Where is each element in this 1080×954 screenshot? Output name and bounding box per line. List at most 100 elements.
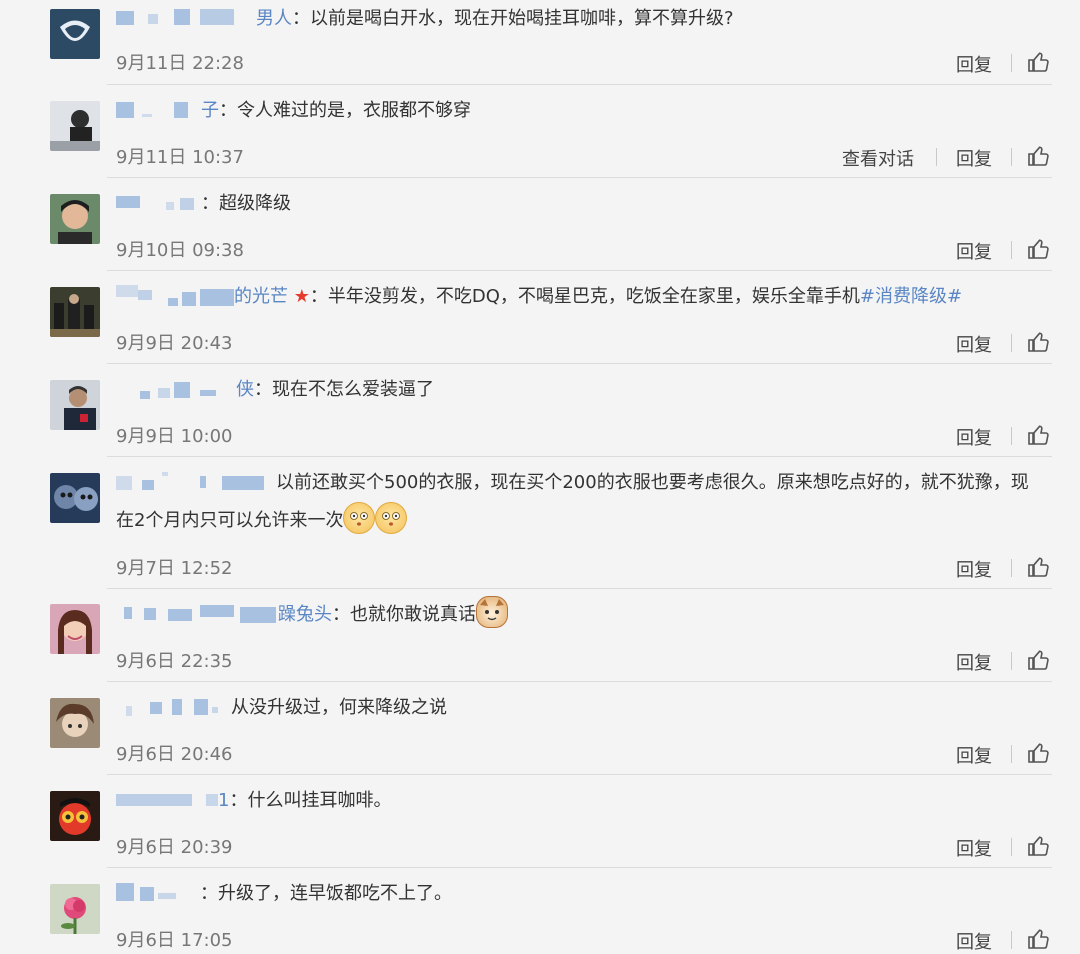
comment-text-line: 从没升级过，何来降级之说	[116, 689, 1052, 727]
comment-text-line: 侠：现在不怎么爱装逼了	[116, 371, 1052, 409]
view-conversation-button[interactable]: 查看对话	[842, 145, 914, 171]
row-divider	[107, 84, 1052, 85]
comment-text: 从没升级过，何来降级之说	[231, 697, 447, 718]
comment-time: 9月6日 17:05	[116, 930, 233, 951]
divider	[1011, 427, 1012, 445]
avatar[interactable]	[50, 473, 100, 523]
avatar[interactable]	[50, 698, 100, 748]
colon: ：	[332, 604, 350, 625]
blurred-username	[116, 875, 200, 913]
row-divider	[107, 774, 1052, 775]
colon: ：	[200, 883, 218, 904]
comment-text-line: ：升级了，连早饭都吃不上了。	[116, 875, 1052, 913]
avatar[interactable]	[50, 287, 100, 337]
avatar[interactable]	[50, 884, 100, 934]
comment-time: 9月10日 09:38	[116, 240, 244, 261]
comment-time: 9月6日 20:39	[116, 837, 233, 858]
comment-time: 9月9日 10:00	[116, 426, 233, 447]
comment-text: 以前是喝白开水，现在开始喝挂耳咖啡，算不算升级?	[310, 8, 734, 29]
comment-time: 9月6日 22:35	[116, 651, 233, 672]
comment-text: 令人难过的是，衣服都不够穿	[237, 100, 471, 121]
row-divider	[107, 456, 1052, 457]
username[interactable]: 1	[218, 790, 229, 811]
username[interactable]: 侠	[236, 379, 254, 400]
avatar[interactable]	[50, 9, 100, 59]
divider	[1011, 241, 1012, 259]
blurred-username	[116, 0, 256, 38]
comment-text-line: 男人：以前是喝白开水，现在开始喝挂耳咖啡，算不算升级?	[116, 0, 1052, 38]
divider	[1011, 838, 1012, 856]
row-divider	[107, 681, 1052, 682]
reply-button[interactable]: 回复	[956, 556, 992, 582]
reply-button[interactable]: 回复	[956, 331, 992, 357]
comment-time: 9月7日 12:52	[116, 558, 233, 579]
reply-button[interactable]: 回复	[956, 928, 992, 954]
comment-text: 升级了，连早饭都吃不上了。	[218, 883, 452, 904]
face-emoji-icon	[476, 596, 508, 628]
colon: ：	[292, 8, 310, 29]
thumbs-up-icon[interactable]	[1027, 237, 1051, 261]
reply-button[interactable]: 回复	[956, 51, 992, 77]
divider	[1011, 559, 1012, 577]
divider	[936, 148, 937, 166]
row-divider	[107, 588, 1052, 589]
thumbs-up-icon[interactable]	[1027, 423, 1051, 447]
blurred-username	[116, 464, 276, 502]
colon: ：	[229, 790, 248, 811]
comment-time: 9月11日 22:28	[116, 53, 244, 74]
comment-time: 9月11日 10:37	[116, 147, 244, 168]
divider	[1011, 334, 1012, 352]
comment-text: 现在不怎么爱装逼了	[272, 379, 434, 400]
divider	[1011, 54, 1012, 72]
avatar[interactable]	[50, 101, 100, 151]
row-divider	[107, 867, 1052, 868]
thumbs-up-icon[interactable]	[1027, 648, 1051, 672]
avatar[interactable]	[50, 791, 100, 841]
thumbs-up-icon[interactable]	[1027, 555, 1051, 579]
reply-button[interactable]: 回复	[956, 145, 992, 171]
reply-button[interactable]: 回复	[956, 649, 992, 675]
thumbs-up-icon[interactable]	[1027, 741, 1051, 765]
username[interactable]: 男人	[256, 8, 292, 29]
blurred-username	[116, 92, 201, 130]
comment-text-line: 子：令人难过的是，衣服都不够穿	[116, 92, 1052, 130]
colon: ：	[254, 379, 272, 400]
row-divider	[107, 363, 1052, 364]
blurred-username	[116, 689, 231, 727]
avatar[interactable]	[50, 604, 100, 654]
comment-time: 9月9日 20:43	[116, 333, 233, 354]
thumbs-up-icon[interactable]	[1027, 144, 1051, 168]
divider	[1011, 652, 1012, 670]
divider	[1011, 745, 1012, 763]
face-emoji-icon	[375, 502, 408, 534]
avatar[interactable]	[50, 380, 100, 430]
comment-text-line: 躁兔头：也就你敢说真话	[116, 596, 1052, 634]
thumbs-up-icon[interactable]	[1027, 834, 1051, 858]
reply-button[interactable]: 回复	[956, 742, 992, 768]
reply-button[interactable]: 回复	[956, 238, 992, 264]
colon: ：	[219, 100, 237, 121]
comment-text: 超级降级	[219, 193, 291, 214]
colon: ：	[201, 193, 219, 214]
thumbs-up-icon[interactable]	[1027, 50, 1051, 74]
avatar[interactable]	[50, 194, 100, 244]
comment-time: 9月6日 20:46	[116, 744, 233, 765]
reply-button[interactable]: 回复	[956, 835, 992, 861]
thumbs-up-icon[interactable]	[1027, 330, 1051, 354]
blurred-username	[116, 371, 236, 409]
comment-text-line: 以前还敢买个500的衣服，现在买个200的衣服也要考虑很久。原来想吃点好的，就不…	[116, 464, 1042, 540]
topic-link[interactable]: #消费降级#	[860, 286, 962, 307]
comment-text: 什么叫挂耳咖啡。	[247, 790, 392, 811]
blurred-username	[116, 278, 234, 316]
username[interactable]: 躁兔头	[278, 604, 332, 625]
username[interactable]: 子	[201, 100, 219, 121]
username[interactable]: 的光芒	[234, 286, 288, 307]
thumbs-up-icon[interactable]	[1027, 927, 1051, 951]
comment-text-line: 1：什么叫挂耳咖啡。	[116, 782, 1052, 820]
colon: ：	[309, 286, 328, 307]
blurred-username	[116, 782, 218, 820]
divider	[1011, 931, 1012, 949]
reply-button[interactable]: 回复	[956, 424, 992, 450]
row-divider	[107, 177, 1052, 178]
blurred-username	[116, 596, 278, 634]
